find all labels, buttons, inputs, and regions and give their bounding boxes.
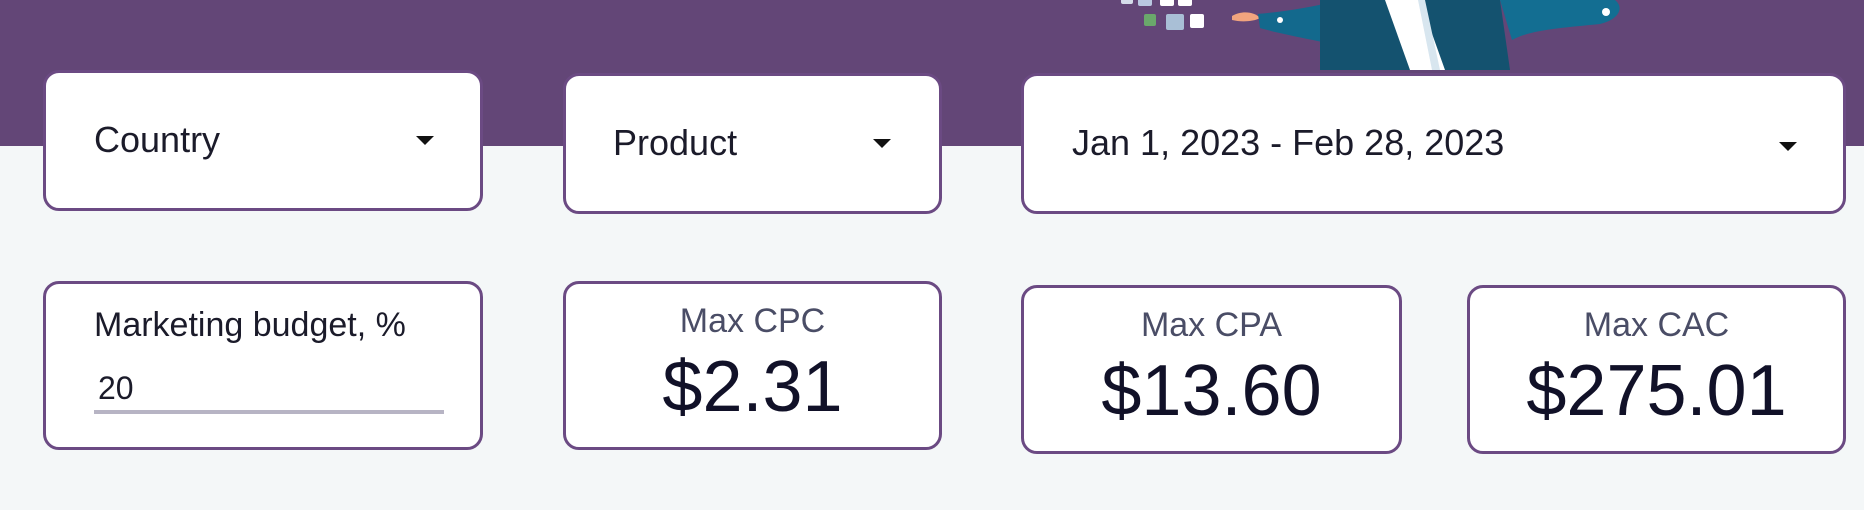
max-cac-value: $275.01: [1526, 351, 1787, 431]
marketing-budget-card: Marketing budget, %: [43, 281, 483, 450]
max-cpa-label: Max CPA: [1140, 306, 1283, 344]
chevron-down-icon[interactable]: [1779, 142, 1797, 151]
max-cpc-label: Max CPC: [679, 302, 826, 340]
marketing-budget-label: Marketing budget, %: [94, 306, 406, 344]
chevron-down-icon[interactable]: [873, 139, 891, 148]
chevron-down-icon[interactable]: [416, 136, 434, 145]
max-cac-card: Max CAC $275.01: [1467, 285, 1846, 454]
max-cpa-value: $13.60: [1101, 351, 1322, 431]
marketing-budget-input[interactable]: [94, 366, 444, 414]
country-dropdown-label: Country: [94, 119, 221, 160]
product-dropdown[interactable]: Product: [563, 73, 942, 214]
date-range-label: Jan 1, 2023 - Feb 28, 2023: [1072, 122, 1505, 163]
max-cpa-card: Max CPA $13.60: [1021, 285, 1402, 454]
businessman-illustration: [1121, 0, 1620, 70]
max-cpc-card: Max CPC $2.31: [563, 281, 942, 450]
country-dropdown[interactable]: Country: [43, 70, 483, 211]
date-range-dropdown[interactable]: Jan 1, 2023 - Feb 28, 2023: [1021, 73, 1846, 214]
max-cac-label: Max CAC: [1583, 306, 1730, 344]
max-cpc-value: $2.31: [662, 347, 843, 427]
product-dropdown-label: Product: [613, 122, 738, 163]
